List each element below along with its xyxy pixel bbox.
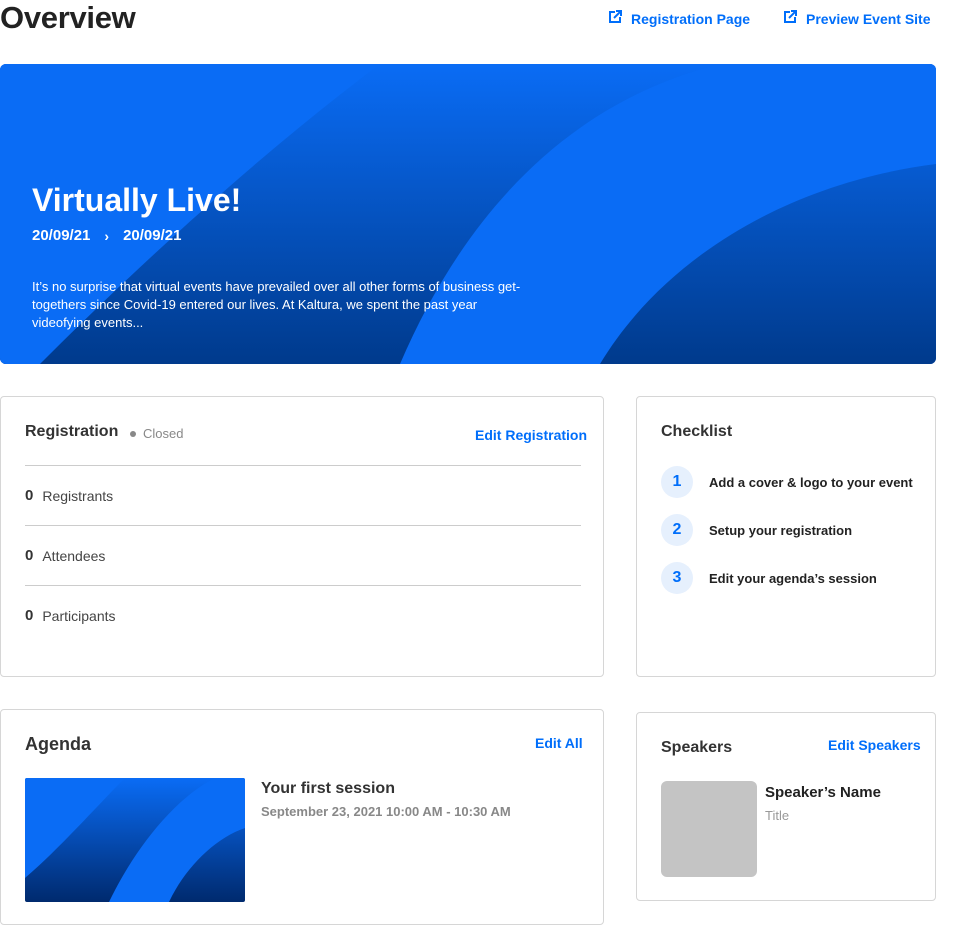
stat-label: Participants [42,607,116,624]
edit-registration-link[interactable]: Edit Registration [475,427,587,443]
event-dates: 20/09/21 › 20/09/21 [32,227,532,244]
registration-card: Registration Closed Edit Registration 0 … [0,396,604,677]
event-description: It’s no surprise that virtual events hav… [32,279,521,330]
event-start-date: 20/09/21 [32,227,91,244]
checklist-item-label: Setup your registration [709,522,853,538]
registration-title: Registration [25,423,119,440]
agenda-card: Agenda Edit All Your first session Septe… [0,709,604,925]
checklist-item-label: Edit your agenda’s session [709,570,877,586]
status-dot-icon [130,430,136,437]
agenda-title: Agenda [25,734,92,754]
step-number-badge: 2 [661,514,693,546]
edit-speakers-link[interactable]: Edit Speakers [828,737,921,753]
preview-event-site-link[interactable]: Preview Event Site [781,8,931,29]
chevron-right-icon: › [104,227,110,244]
stat-value: 0 [25,607,34,624]
event-title: Virtually Live! [32,182,242,218]
event-hero-banner: Virtually Live! 20/09/21 › 20/09/21 It’s… [0,64,936,364]
session-title[interactable]: Your first session [261,780,395,798]
checklist-item-edit-agenda[interactable]: 3 Edit your agenda’s session [661,562,877,594]
speaker-name: Speaker’s Name [765,784,881,801]
page-title: Overview [0,0,136,35]
stat-row-participants: 0 Participants [25,585,581,645]
stat-value: 0 [25,487,34,504]
checklist-card: Checklist 1 Add a cover & logo to your e… [636,396,936,677]
checklist-item-setup-registration[interactable]: 2 Setup your registration [661,514,852,546]
session-thumbnail[interactable] [25,778,245,902]
event-end-date: 20/09/21 [123,227,182,244]
external-link-icon [606,8,624,29]
stat-row-attendees: 0 Attendees [25,525,581,585]
speakers-card: Speakers Edit Speakers Speaker’s Name Ti… [636,712,936,901]
speaker-avatar [661,781,757,877]
speaker-title: Title [765,808,790,823]
external-link-icon [781,8,799,29]
checklist-title: Checklist [661,423,733,440]
session-time: September 23, 2021 10:00 AM - 10:30 AM [261,804,511,819]
registration-page-link[interactable]: Registration Page [606,8,750,29]
stat-value: 0 [25,547,34,564]
stat-label: Attendees [42,547,106,564]
registration-status-label: Closed [143,426,184,441]
stat-label: Registrants [42,487,114,504]
stat-row-registrants: 0 Registrants [25,465,581,525]
checklist-item-add-cover[interactable]: 1 Add a cover & logo to your event [661,466,913,498]
registration-page-link-label: Registration Page [631,10,751,27]
session-thumbnail-art [25,778,245,902]
speakers-title: Speakers [661,739,733,756]
edit-all-link[interactable]: Edit All [535,735,583,751]
step-number-badge: 3 [661,562,693,594]
registration-status-badge: Closed [130,426,183,441]
checklist-item-label: Add a cover & logo to your event [709,474,913,490]
step-number-badge: 1 [661,466,693,498]
preview-event-site-link-label: Preview Event Site [806,10,931,27]
